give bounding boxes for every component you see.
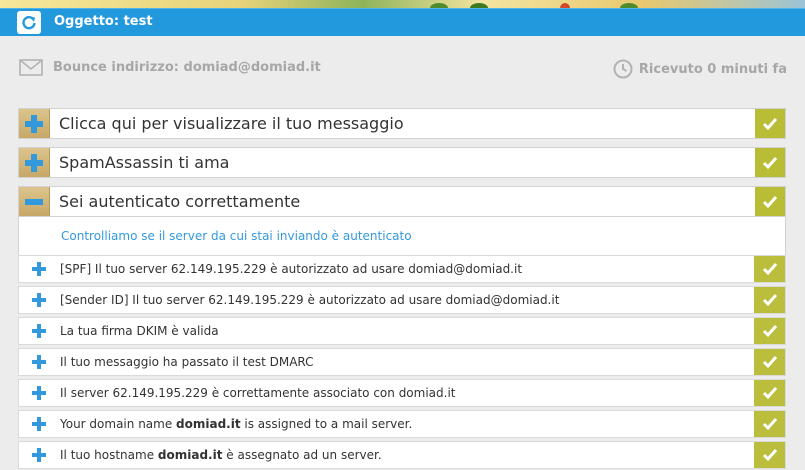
status-pass — [754, 411, 785, 437]
status-pass — [754, 442, 785, 468]
label-pre: La tua firma DKIM è valida — [60, 324, 219, 338]
plus-icon[interactable] — [32, 324, 46, 338]
auth-check-label: [Sender ID] Il tuo server 62.149.195.229… — [60, 293, 559, 307]
check-icon — [762, 294, 777, 307]
envelope-icon — [19, 59, 43, 76]
check-icon — [762, 156, 778, 169]
auth-check-row[interactable]: La tua firma DKIM è valida — [18, 317, 786, 345]
auth-check-label: Your domain name domiad.it is assigned t… — [60, 417, 412, 431]
check-icon — [762, 195, 778, 208]
plus-icon — [25, 153, 43, 172]
header-bar: Oggetto: test — [0, 8, 805, 36]
refresh-icon — [22, 15, 36, 29]
clock-icon — [613, 59, 633, 79]
label-pre: [SPF] Il tuo server 62.149.195.229 è aut… — [60, 262, 523, 276]
check-icon — [762, 356, 777, 369]
auth-check-row[interactable]: Il server 62.149.195.229 è correttamente… — [18, 379, 786, 407]
minus-icon — [25, 198, 43, 205]
received-text: Ricevuto 0 minuti fa — [638, 61, 787, 77]
bounce-address: Bounce indirizzo: domiad@domiad.it — [19, 59, 321, 76]
status-pass — [755, 148, 785, 177]
label-pre: Il tuo messaggio ha passato il test DMAR… — [60, 355, 314, 369]
check-icon — [762, 449, 777, 462]
auth-check-row[interactable]: [Sender ID] Il tuo server 62.149.195.229… — [18, 286, 786, 314]
status-pass — [755, 109, 785, 138]
plus-icon[interactable] — [32, 293, 46, 307]
status-pass — [754, 349, 785, 375]
label-pre: Il server 62.149.195.229 è correttamente… — [60, 386, 456, 400]
check-icon — [762, 387, 777, 400]
plus-icon[interactable] — [32, 386, 46, 400]
collapse-toggle[interactable] — [19, 187, 50, 216]
label-pre: Your domain name — [60, 417, 177, 431]
status-pass — [754, 256, 785, 282]
auth-check-label: [SPF] Il tuo server 62.149.195.229 è aut… — [60, 262, 522, 276]
label-bold: domiad.it — [157, 448, 223, 462]
plus-icon[interactable] — [32, 355, 46, 369]
status-pass — [754, 380, 785, 406]
label-post: is assigned to a mail server. — [240, 417, 413, 431]
auth-check-row[interactable]: Il tuo hostname domiad.it è assegnato ad… — [18, 441, 786, 469]
section-title: Sei autenticato correttamente — [59, 192, 301, 211]
plus-icon[interactable] — [32, 417, 46, 431]
status-pass — [754, 287, 785, 313]
plus-icon[interactable] — [32, 448, 46, 462]
plus-icon[interactable] — [32, 262, 46, 276]
check-icon — [762, 263, 777, 276]
status-pass — [755, 187, 785, 216]
section-view-message[interactable]: Clicca qui per visualizzare il tuo messa… — [18, 108, 786, 139]
auth-check-label: Il tuo hostname domiad.it è assegnato ad… — [60, 448, 382, 462]
status-pass — [754, 318, 785, 344]
label-pre: [Sender ID] Il tuo server 62.149.195.229… — [60, 293, 560, 307]
info-row: Bounce indirizzo: domiad@domiad.it Ricev… — [0, 58, 805, 82]
auth-check-label: Il tuo messaggio ha passato il test DMAR… — [60, 355, 314, 369]
auth-check-row[interactable]: [SPF] Il tuo server 62.149.195.229 è aut… — [18, 255, 786, 283]
section-title: SpamAssassin ti ama — [59, 153, 230, 172]
auth-check-row[interactable]: Il tuo messaggio ha passato il test DMAR… — [18, 348, 786, 376]
auth-check-label: Il server 62.149.195.229 è correttamente… — [60, 386, 456, 400]
auth-check-label: La tua firma DKIM è valida — [60, 324, 219, 338]
expand-toggle[interactable] — [19, 148, 50, 177]
label-pre: Il tuo hostname — [60, 448, 158, 462]
auth-intro: Controlliamo se il server da cui stai in… — [18, 217, 786, 255]
label-bold: domiad.it — [176, 417, 241, 431]
subject-title: Oggetto: test — [54, 14, 153, 29]
plus-icon — [25, 114, 43, 133]
auth-check-row[interactable]: Your domain name domiad.it is assigned t… — [18, 410, 786, 438]
auth-intro-text: Controlliamo se il server da cui stai in… — [61, 229, 412, 243]
section-title: Clicca qui per visualizzare il tuo messa… — [59, 114, 404, 133]
label-post: è assegnato ad un server. — [222, 448, 382, 462]
expand-toggle[interactable] — [19, 109, 50, 138]
received-time: Ricevuto 0 minuti fa — [613, 59, 787, 79]
refresh-button[interactable] — [17, 11, 41, 34]
check-icon — [762, 418, 777, 431]
check-icon — [762, 325, 777, 338]
bounce-text: Bounce indirizzo: domiad@domiad.it — [53, 60, 321, 75]
check-icon — [762, 117, 778, 130]
section-authentication[interactable]: Sei autenticato correttamente — [18, 186, 786, 217]
section-spamassassin[interactable]: SpamAssassin ti ama — [18, 147, 786, 178]
